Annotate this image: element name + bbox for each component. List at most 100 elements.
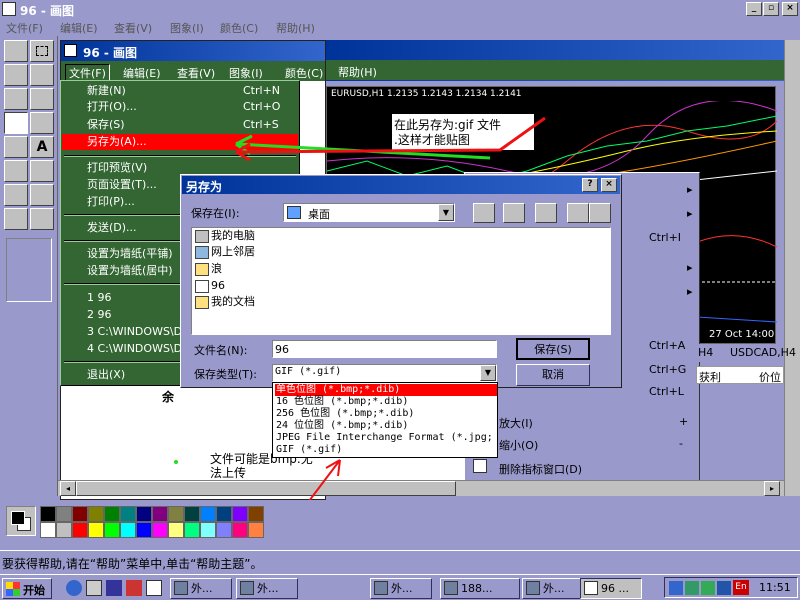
menu-save-as[interactable]: 另存为(A)... [87, 134, 147, 150]
desktop-quicklaunch-icon[interactable] [86, 580, 102, 596]
outer-menu-help[interactable]: 帮助(H) [276, 20, 315, 36]
save-in-combo[interactable]: 桌面 ▼ [283, 203, 455, 222]
palette-swatch[interactable] [120, 506, 136, 522]
new-folder-button[interactable] [535, 203, 557, 223]
tray-icon-4[interactable] [717, 581, 731, 595]
details-view-button[interactable] [589, 203, 611, 223]
menu-recent-4[interactable]: 4 C:\WINDOWS\Des [87, 341, 195, 357]
palette-swatch[interactable] [104, 506, 120, 522]
channel-quicklaunch-icon[interactable] [106, 580, 122, 596]
rounded-rect-tool[interactable] [30, 208, 54, 230]
taskbar-item-4[interactable]: 188... [440, 578, 520, 599]
free-select-tool[interactable] [4, 40, 28, 62]
palette-swatch[interactable] [232, 506, 248, 522]
dialog-help-button[interactable]: ? [582, 178, 598, 192]
cancel-button[interactable]: 取消 [516, 364, 590, 386]
magnifier-tool[interactable] [30, 88, 54, 110]
ie-quicklaunch-icon[interactable] [66, 580, 82, 596]
outer-menu-view[interactable]: 查看(V) [114, 20, 152, 36]
menu-wallpaper-center[interactable]: 设置为墙纸(居中) [87, 263, 173, 279]
menu-wallpaper-tile[interactable]: 设置为墙纸(平铺) [87, 246, 173, 262]
close-button[interactable]: × [782, 2, 798, 16]
palette-swatch[interactable] [56, 522, 72, 538]
tool-options-box[interactable] [6, 238, 52, 302]
rect-select-tool[interactable] [30, 40, 54, 62]
pencil-tool[interactable] [4, 112, 28, 134]
chart-tab-usdcad[interactable]: USDCAD,H4 [730, 346, 796, 359]
inner-menu-edit[interactable]: 编辑(E) [123, 65, 161, 81]
palette-swatch[interactable] [104, 522, 120, 538]
file-network[interactable]: 网上邻居 [195, 244, 255, 260]
palette-swatch[interactable] [200, 522, 216, 538]
scroll-right-button[interactable]: ▸ [764, 481, 780, 496]
palette-swatch[interactable] [216, 522, 232, 538]
palette-swatch[interactable] [184, 522, 200, 538]
up-folder-button[interactable] [473, 203, 495, 223]
tray-icon-3[interactable] [701, 581, 715, 595]
menu-save[interactable]: 保存(S) Ctrl+S [87, 117, 279, 133]
delete-indicator-item[interactable]: 删除指标窗口(D) [499, 461, 582, 477]
text-tool[interactable]: A [30, 136, 54, 158]
file-folder-lang[interactable]: 浪 [195, 261, 222, 277]
palette-swatch[interactable] [136, 506, 152, 522]
menu-print-preview[interactable]: 打印预览(V) [87, 160, 147, 176]
menu-recent-1[interactable]: 1 96 [87, 290, 112, 306]
ellipse-tool[interactable] [4, 208, 28, 230]
restore-button[interactable]: ▫ [763, 2, 779, 16]
filetype-option-24[interactable]: 24 位位图 (*.bmp;*.dib) [275, 420, 497, 432]
eraser-tool[interactable] [4, 64, 28, 86]
chart-tab-h4[interactable]: H4 [698, 346, 713, 359]
outer-menu-file[interactable]: 文件(F) [6, 20, 43, 36]
menu-recent-2[interactable]: 2 96 [87, 307, 112, 323]
menu-page-setup[interactable]: 页面设置(T)... [87, 177, 157, 193]
scroll-thumb[interactable] [76, 481, 456, 496]
palette-swatch[interactable] [184, 506, 200, 522]
inner-menu-view[interactable]: 查看(V) [177, 65, 215, 81]
palette-swatch[interactable] [88, 522, 104, 538]
save-button[interactable]: 保存(S) [516, 338, 590, 360]
file-96[interactable]: 96 [195, 278, 225, 294]
filename-input[interactable] [272, 340, 497, 358]
line-tool[interactable] [4, 160, 28, 182]
app-quicklaunch-icon[interactable] [126, 580, 142, 596]
rectangle-tool[interactable] [4, 184, 28, 206]
h-scrollbar[interactable]: ◂ ▸ [58, 480, 784, 496]
filetype-dropdown-button[interactable]: ▼ [480, 365, 496, 381]
filetype-combo[interactable]: GIF (*.gif) ▼ [272, 364, 497, 382]
menu-recent-3[interactable]: 3 C:\WINDOWS\Des [87, 324, 195, 340]
brush-tool[interactable] [30, 112, 54, 134]
outer-menu-image[interactable]: 图象(I) [170, 20, 204, 36]
palette-swatch[interactable] [200, 506, 216, 522]
filetype-option-gif[interactable]: GIF (*.gif) [275, 444, 497, 456]
palette-swatch[interactable] [152, 522, 168, 538]
zoom-out-item[interactable]: 缩小(O) [499, 437, 538, 453]
curve-tool[interactable] [30, 160, 54, 182]
tray-en-icon[interactable]: En [733, 580, 749, 595]
inner-menu-help[interactable]: 帮助(H) [338, 64, 377, 80]
taskbar-item-paint[interactable]: 96 ... [580, 578, 642, 599]
palette-swatch[interactable] [40, 506, 56, 522]
menu-exit[interactable]: 退出(X) [87, 367, 125, 383]
outer-menu-edit[interactable]: 编辑(E) [60, 20, 98, 36]
clock[interactable]: 11:51 [759, 581, 791, 594]
airbrush-tool[interactable] [4, 136, 28, 158]
dialog-close-button[interactable]: × [601, 178, 617, 192]
zoom-in-item[interactable]: 放大(I) [499, 415, 533, 431]
outer-menu-colors[interactable]: 颜色(C) [220, 20, 258, 36]
taskbar-item-3[interactable]: 外... [370, 578, 432, 599]
filetype-option-256[interactable]: 256 色位图 (*.bmp;*.dib) [275, 408, 497, 420]
palette-swatch[interactable] [216, 506, 232, 522]
palette-swatch[interactable] [168, 522, 184, 538]
palette-swatch[interactable] [152, 506, 168, 522]
taskbar-item-2[interactable]: 外... [236, 578, 298, 599]
scroll-left-button[interactable]: ◂ [60, 481, 76, 496]
palette-swatch[interactable] [88, 506, 104, 522]
list-view-button[interactable] [567, 203, 589, 223]
filetype-option-16[interactable]: 16 色位图 (*.bmp;*.dib) [275, 396, 497, 408]
desktop-button[interactable] [503, 203, 525, 223]
inner-scroll-right[interactable] [784, 40, 800, 496]
menu-open[interactable]: 打开(O)... Ctrl+O [87, 99, 280, 115]
palette-swatch[interactable] [72, 522, 88, 538]
polygon-tool[interactable] [30, 184, 54, 206]
palette-swatch[interactable] [56, 506, 72, 522]
